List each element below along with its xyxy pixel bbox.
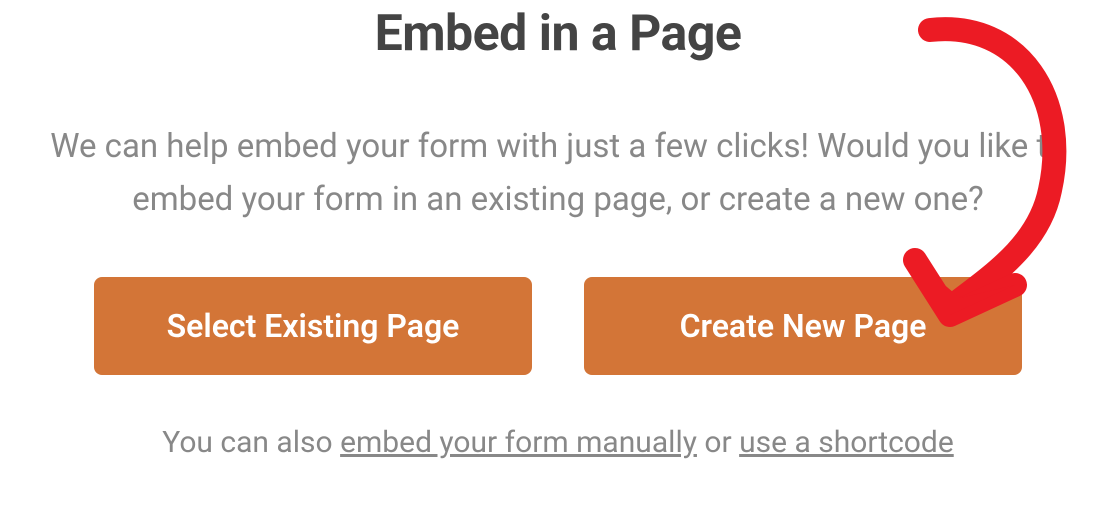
- create-new-page-button[interactable]: Create New Page: [584, 277, 1022, 375]
- select-existing-page-button[interactable]: Select Existing Page: [94, 277, 532, 375]
- footer-prefix: You can also: [162, 425, 340, 460]
- use-shortcode-link[interactable]: use a shortcode: [739, 425, 954, 460]
- embed-modal: Embed in a Page We can help embed your f…: [35, 0, 1081, 521]
- modal-description: We can help embed your form with just a …: [35, 121, 1081, 227]
- button-row: Select Existing Page Create New Page: [35, 277, 1081, 375]
- modal-title: Embed in a Page: [375, 5, 742, 63]
- embed-manually-link[interactable]: embed your form manually: [340, 425, 697, 460]
- footer-text: You can also embed your form manually or…: [162, 425, 953, 460]
- footer-middle: or: [697, 425, 739, 460]
